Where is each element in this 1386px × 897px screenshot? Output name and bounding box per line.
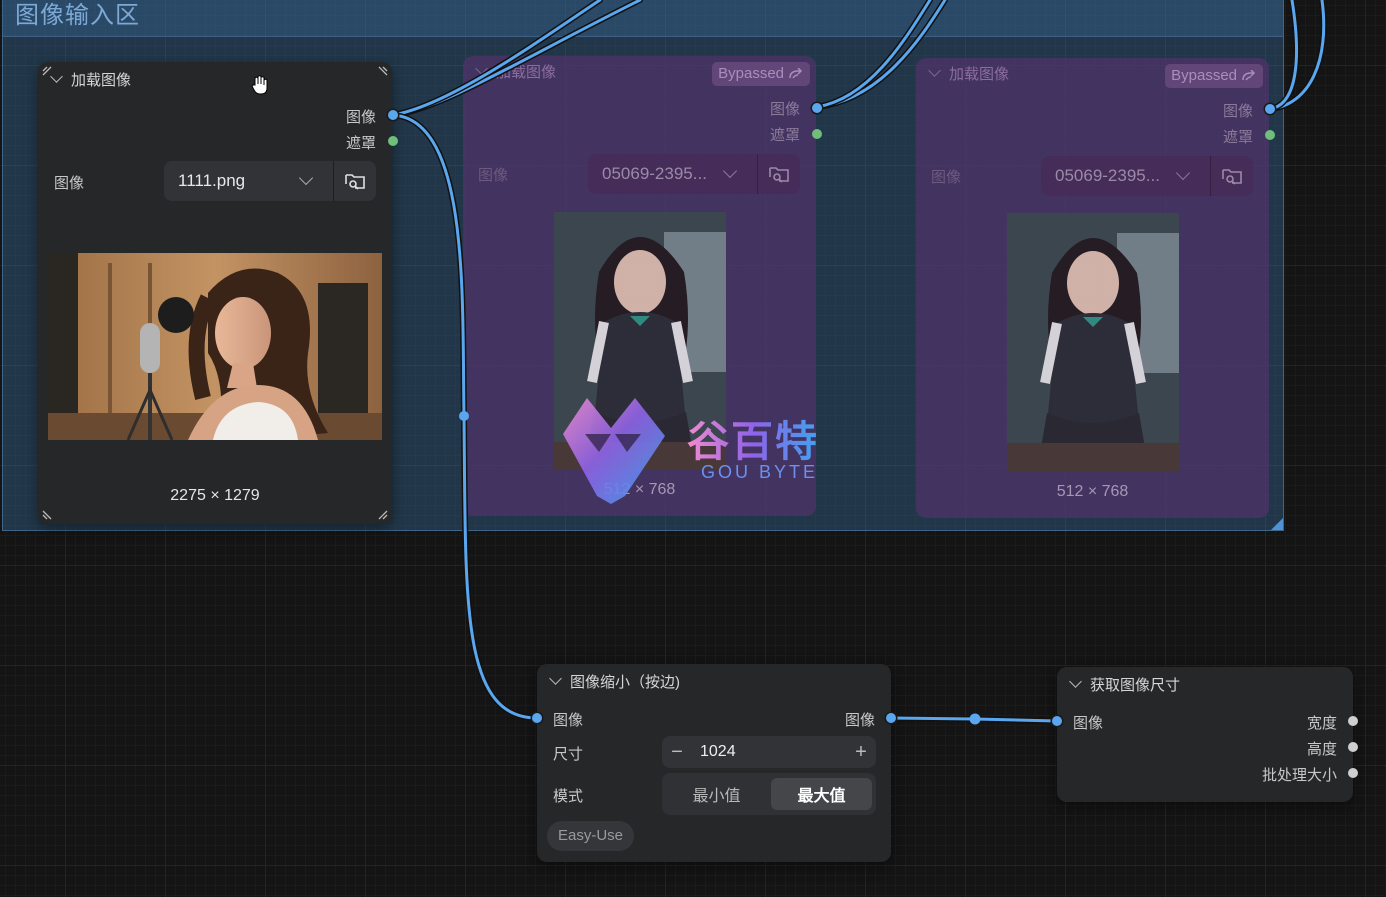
watermark-brand: 谷百特 xyxy=(687,408,819,469)
socket-output-mask[interactable] xyxy=(1265,130,1275,140)
socket-output-mask[interactable] xyxy=(812,129,822,139)
watermark-subtitle: GOU BYTE xyxy=(701,462,819,482)
socket-output-image[interactable] xyxy=(1265,104,1275,114)
link-reroute-dot[interactable] xyxy=(969,713,981,725)
link-reroute-dot[interactable] xyxy=(459,411,469,421)
socket-output-width[interactable] xyxy=(1348,716,1358,726)
socket-input-image[interactable] xyxy=(532,713,542,723)
watermark-logo: 谷百特 GOU BYTE xyxy=(555,392,835,507)
socket-output-mask[interactable] xyxy=(388,136,398,146)
socket-output-height[interactable] xyxy=(1348,742,1358,752)
socket-output-image[interactable] xyxy=(886,713,896,723)
hand-cursor-icon xyxy=(251,75,268,95)
socket-output-batch-size[interactable] xyxy=(1348,768,1358,778)
socket-output-image[interactable] xyxy=(812,103,822,113)
watermark-logo-icon xyxy=(563,398,665,504)
socket-input-image[interactable] xyxy=(1052,716,1062,726)
socket-output-image[interactable] xyxy=(388,110,398,120)
